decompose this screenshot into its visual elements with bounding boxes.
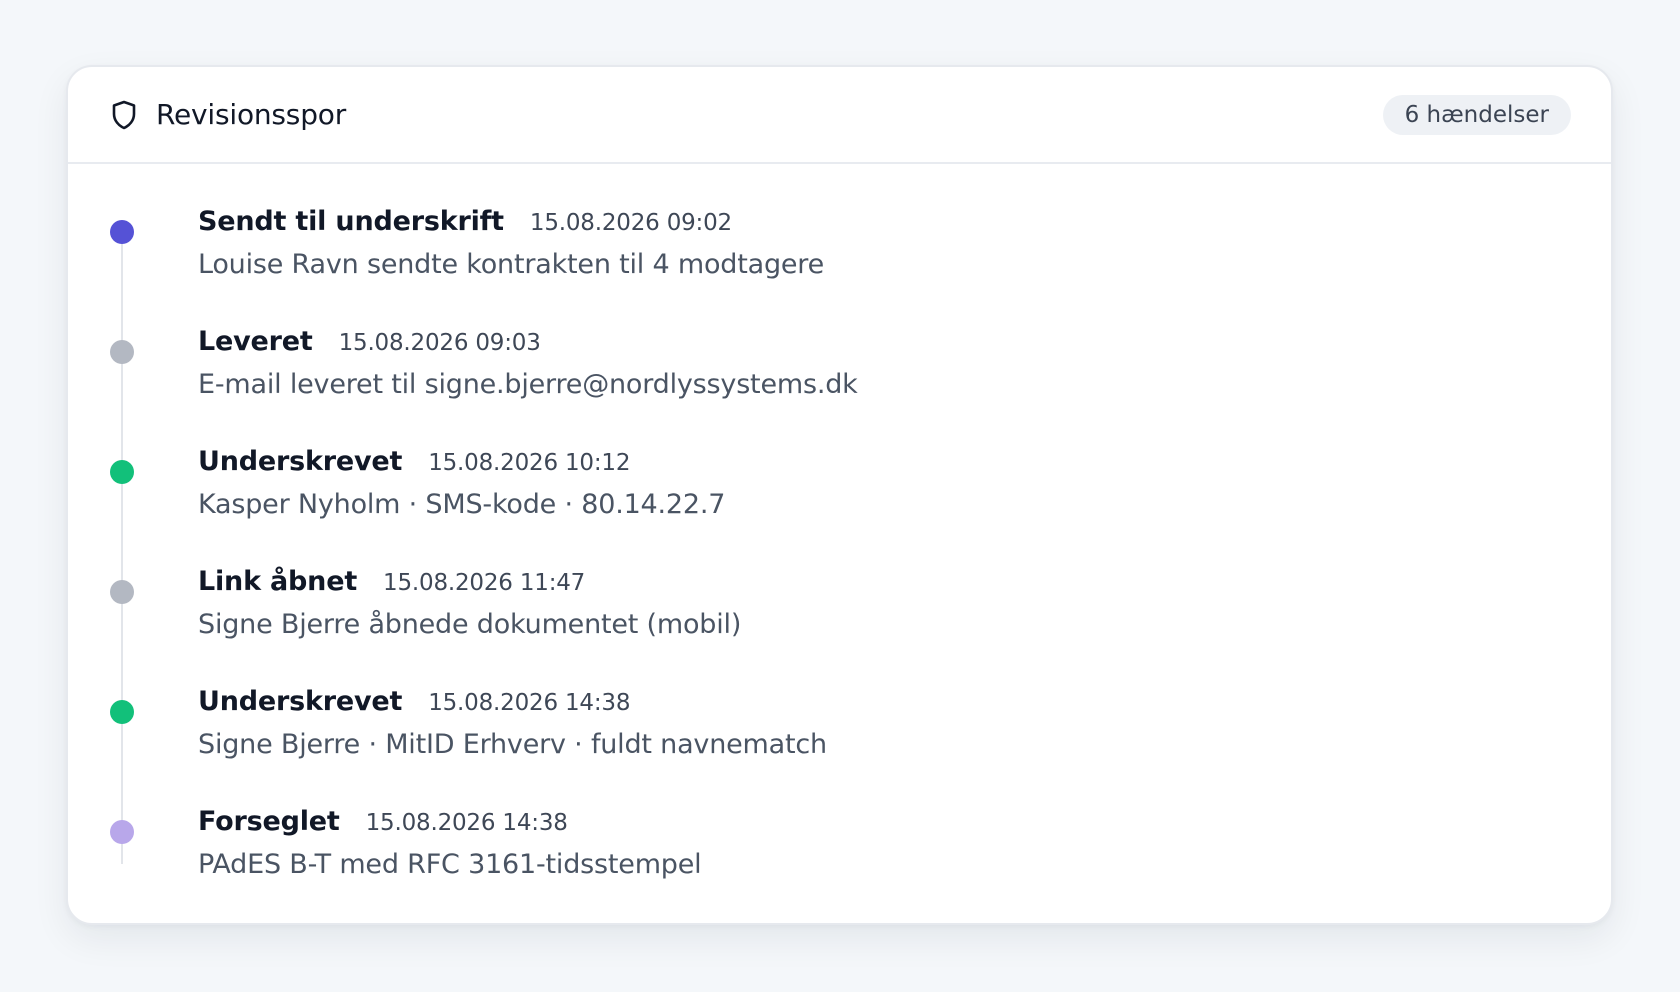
event-timestamp: 15.08.2026 14:38 bbox=[428, 690, 631, 716]
status-dot bbox=[110, 460, 134, 484]
event-title: Sendt til underskrift bbox=[198, 206, 504, 237]
status-dot bbox=[110, 340, 134, 364]
timeline-event: Forseglet 15.08.2026 14:38 PAdES B-T med… bbox=[110, 806, 1571, 923]
status-dot bbox=[110, 220, 134, 244]
card-header: Revisionsspor 6 hændelser bbox=[68, 67, 1611, 164]
timeline: Sendt til underskrift 15.08.2026 09:02 L… bbox=[68, 164, 1611, 923]
event-content: Underskrevet 15.08.2026 10:12 Kasper Nyh… bbox=[198, 446, 725, 524]
event-content: Forseglet 15.08.2026 14:38 PAdES B-T med… bbox=[198, 806, 702, 884]
event-title: Forseglet bbox=[198, 806, 340, 837]
event-content: Leveret 15.08.2026 09:03 E-mail leveret … bbox=[198, 326, 858, 404]
status-dot bbox=[110, 580, 134, 604]
event-count-badge: 6 hændelser bbox=[1382, 94, 1571, 135]
audit-trail-card: Revisionsspor 6 hændelser Sendt til unde… bbox=[66, 65, 1613, 925]
event-description: Signe Bjerre · MitID Erhverv · fuldt nav… bbox=[198, 729, 827, 760]
event-description: Signe Bjerre åbnede dokumentet (mobil) bbox=[198, 609, 742, 640]
event-timestamp: 15.08.2026 11:47 bbox=[383, 570, 586, 596]
timeline-event: Leveret 15.08.2026 09:03 E-mail leveret … bbox=[110, 326, 1571, 470]
event-content: Underskrevet 15.08.2026 14:38 Signe Bjer… bbox=[198, 686, 827, 764]
event-content: Sendt til underskrift 15.08.2026 09:02 L… bbox=[198, 206, 824, 284]
timeline-event: Link åbnet 15.08.2026 11:47 Signe Bjerre… bbox=[110, 566, 1571, 710]
event-title: Underskrevet bbox=[198, 686, 403, 717]
timeline-event: Sendt til underskrift 15.08.2026 09:02 L… bbox=[110, 206, 1571, 350]
timeline-event: Underskrevet 15.08.2026 10:12 Kasper Nyh… bbox=[110, 446, 1571, 590]
event-description: E-mail leveret til signe.bjerre@nordlyss… bbox=[198, 369, 858, 400]
event-description: Louise Ravn sendte kontrakten til 4 modt… bbox=[198, 249, 825, 280]
event-title: Link åbnet bbox=[198, 566, 358, 597]
status-dot bbox=[110, 820, 134, 844]
event-description: Kasper Nyholm · SMS-kode · 80.14.22.7 bbox=[198, 489, 726, 520]
status-dot bbox=[110, 700, 134, 724]
event-content: Link åbnet 15.08.2026 11:47 Signe Bjerre… bbox=[198, 566, 741, 644]
timeline-event: Underskrevet 15.08.2026 14:38 Signe Bjer… bbox=[110, 686, 1571, 830]
event-timestamp: 15.08.2026 09:02 bbox=[529, 210, 732, 236]
card-title: Revisionsspor bbox=[156, 98, 347, 131]
event-timestamp: 15.08.2026 09:03 bbox=[338, 330, 541, 356]
event-title: Underskrevet bbox=[198, 446, 403, 477]
event-description: PAdES B-T med RFC 3161-tidsstempel bbox=[198, 849, 702, 880]
event-timestamp: 15.08.2026 10:12 bbox=[428, 450, 631, 476]
event-timestamp: 15.08.2026 14:38 bbox=[365, 810, 568, 836]
shield-icon bbox=[110, 100, 138, 130]
event-title: Leveret bbox=[198, 326, 313, 357]
